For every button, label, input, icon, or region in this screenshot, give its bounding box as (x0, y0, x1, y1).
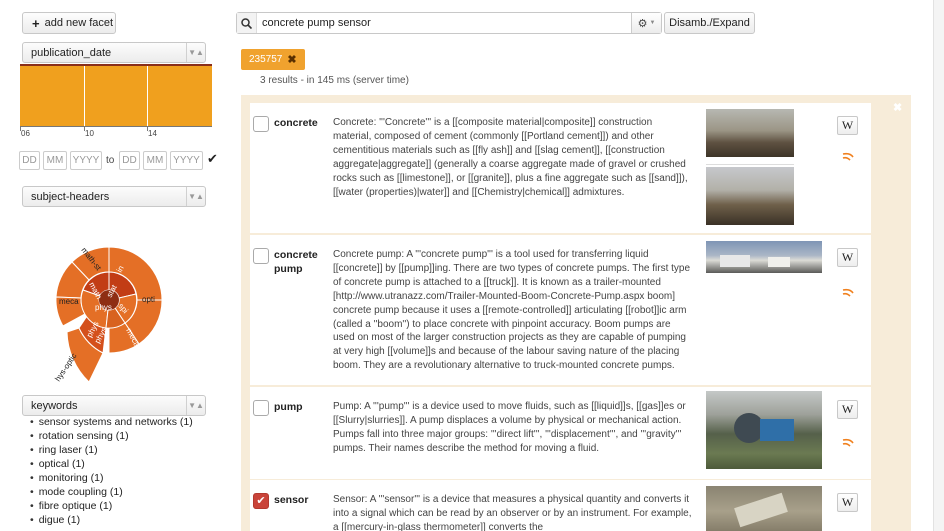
keyword-item[interactable]: sensor systems and networks (1) (30, 415, 193, 429)
result-term: concrete (274, 117, 318, 129)
result-term: sensor (274, 494, 309, 506)
keyword-item[interactable]: rotation sensing (1) (30, 429, 193, 443)
keyword-list: sensor systems and networks (1) rotation… (30, 415, 193, 527)
sunburst-label: opti (142, 295, 155, 304)
search-input[interactable] (257, 13, 631, 33)
thumbnail-caption-strip (706, 157, 794, 165)
thumbnail-photo (706, 109, 794, 157)
search-bar: ⚙▼ (236, 12, 662, 34)
result-item: concrete Concrete: '''Concrete''' is a [… (250, 103, 871, 233)
search-icon (237, 13, 257, 33)
scrollbar[interactable] (933, 0, 944, 531)
checkmark-icon[interactable]: ✔ (207, 151, 218, 167)
keyword-item[interactable]: monitoring (1) (30, 471, 193, 485)
histogram-axis: 06 10 14 (20, 126, 212, 138)
axis-tick-label: 14 (148, 129, 157, 138)
facet-select-keywords[interactable]: keywords ▼▲ (22, 395, 206, 416)
from-month-field[interactable]: MM (43, 151, 67, 170)
histogram-bar[interactable] (148, 66, 212, 126)
facet-select-label: subject-headers (31, 190, 110, 203)
rss-icon[interactable] (841, 285, 855, 299)
result-item: pump Pump: A '''pump''' is a device used… (250, 387, 871, 479)
from-year-field[interactable]: YYYY (70, 151, 102, 170)
sunburst-label: phys (95, 303, 112, 312)
sunburst-label: meca (59, 297, 79, 306)
chevron-down-icon: ▼▲ (186, 187, 205, 206)
checkmark-icon: ✔ (256, 495, 266, 507)
chevron-down-icon: ▼▲ (186, 396, 205, 415)
keyword-item[interactable]: fibre optique (1) (30, 499, 193, 513)
sunburst-label: hys-optic (53, 352, 78, 382)
keyword-item[interactable]: digue (1) (30, 513, 193, 527)
facet-select-publication-date[interactable]: publication_date ▼▲ (22, 42, 206, 63)
wikipedia-icon[interactable]: W (837, 493, 858, 512)
result-description: Concrete pump: A '''concrete pump''' is … (333, 249, 691, 372)
result-thumbnail[interactable] (706, 486, 822, 531)
subject-sunburst[interactable]: math-st math stat in meca opti phys spi … (37, 232, 187, 382)
keyword-item[interactable]: ring laser (1) (30, 443, 193, 457)
histogram-bar[interactable] (85, 66, 147, 126)
close-icon[interactable]: ✖ (287, 53, 296, 66)
disamb-expand-button[interactable]: Disamb./Expand (664, 12, 755, 34)
result-checkbox-checked[interactable]: ✔ (253, 493, 269, 509)
chevron-down-icon: ▼▲ (186, 43, 205, 62)
facet-select-label: publication_date (31, 46, 112, 59)
results-panel: ✖ concrete Concrete: '''Concrete''' is a… (241, 95, 911, 531)
histogram-bar[interactable] (20, 66, 84, 126)
result-term: concrete pump (274, 249, 318, 275)
gear-icon: ⚙ (637, 17, 648, 30)
result-description: Sensor: A '''sensor''' is a device that … (333, 494, 692, 531)
result-term: pump (274, 401, 303, 413)
wikipedia-icon[interactable]: W (837, 116, 858, 135)
add-facet-button[interactable]: + add new facet (22, 12, 116, 34)
wikipedia-icon[interactable]: W (837, 400, 858, 419)
result-item: ✔ sensor Sensor: A '''sensor''' is a dev… (250, 480, 871, 531)
date-histogram[interactable] (20, 66, 212, 126)
result-checkbox[interactable] (253, 116, 269, 132)
chevron-down-icon: ▼ (649, 20, 656, 26)
add-facet-label: add new facet (44, 17, 114, 29)
facet-select-subject-headers[interactable]: subject-headers ▼▲ (22, 186, 206, 207)
rss-icon[interactable] (841, 149, 855, 163)
to-day-field[interactable]: DD (119, 151, 140, 170)
plus-icon: + (32, 15, 40, 31)
axis-tick-label: 06 (21, 129, 30, 138)
disamb-expand-label: Disamb./Expand (669, 17, 750, 29)
thumbnail-sensor-board (734, 492, 788, 528)
wikipedia-icon[interactable]: W (837, 248, 858, 267)
result-thumbnail[interactable] (706, 241, 822, 273)
result-stats: 3 results - in 145 ms (server time) (260, 75, 409, 86)
from-day-field[interactable]: DD (19, 151, 40, 170)
to-year-field[interactable]: YYYY (170, 151, 203, 170)
result-description: Pump: A '''pump''' is a device used to m… (333, 401, 686, 454)
result-checkbox[interactable] (253, 400, 269, 416)
filter-chip-label: 235757 (249, 54, 283, 65)
keyword-item[interactable]: mode coupling (1) (30, 485, 193, 499)
result-thumbnail[interactable] (706, 109, 794, 225)
keyword-item[interactable]: optical (1) (30, 457, 193, 471)
filter-chip[interactable]: 235757 ✖ (241, 49, 305, 70)
result-item: concrete pump Concrete pump: A '''concre… (250, 235, 871, 385)
close-icon[interactable]: ✖ (893, 101, 902, 114)
thumbnail-pump-body (760, 419, 794, 441)
thumbnail-photo (706, 167, 794, 225)
facet-select-label: keywords (31, 399, 78, 412)
thumbnail-truck (768, 257, 790, 267)
result-thumbnail[interactable] (706, 391, 822, 469)
search-options-button[interactable]: ⚙ ▼ (631, 13, 661, 33)
to-month-field[interactable]: MM (143, 151, 167, 170)
rss-icon[interactable] (841, 435, 855, 449)
result-description: Concrete: '''Concrete''' is a [[composit… (333, 117, 688, 198)
axis-tick-label: 10 (85, 129, 94, 138)
result-checkbox[interactable] (253, 248, 269, 264)
thumbnail-truck (720, 255, 750, 267)
date-to-label: to (106, 155, 115, 166)
